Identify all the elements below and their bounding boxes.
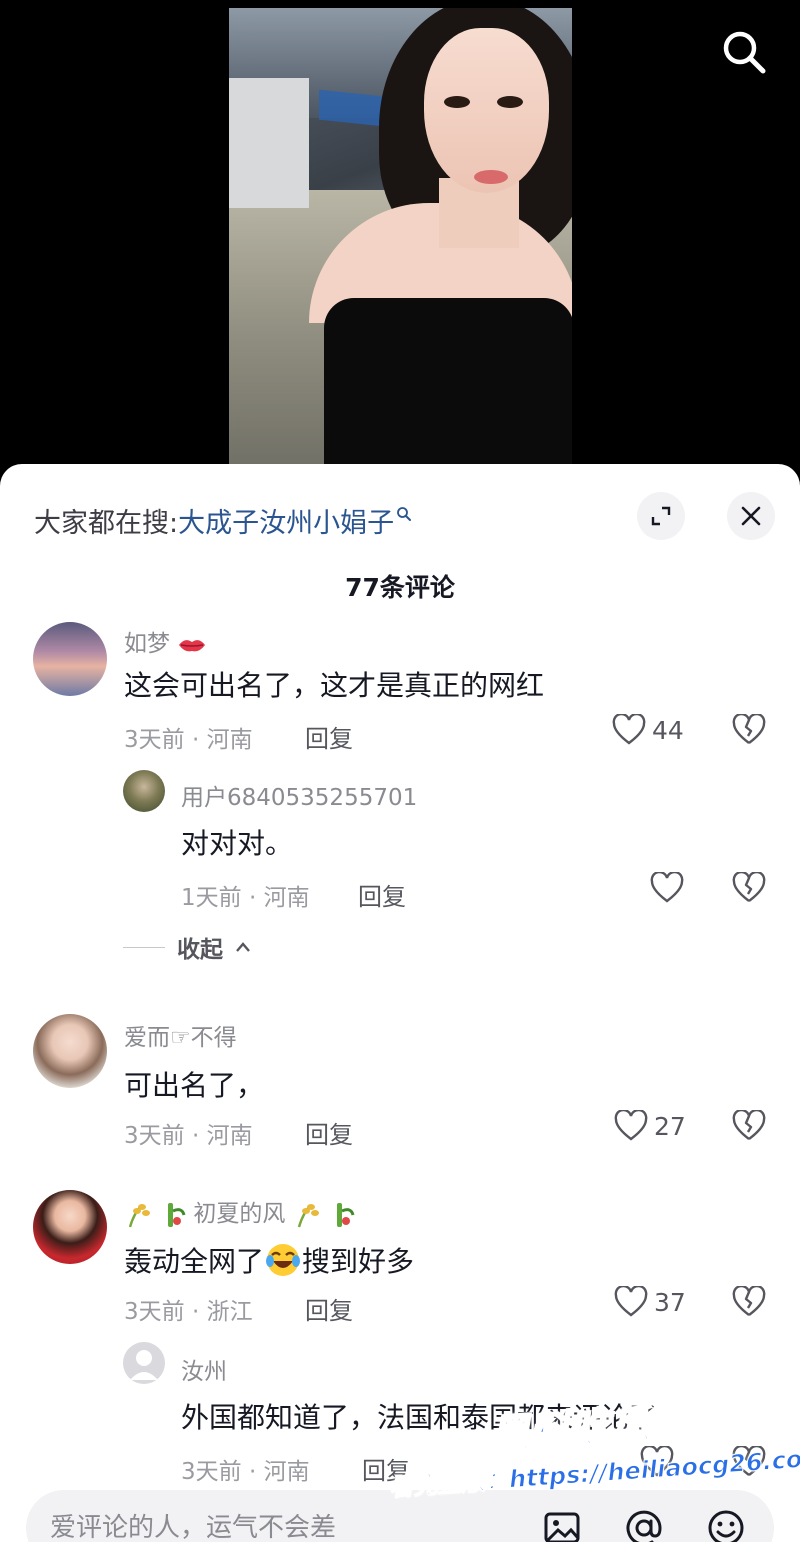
heart-icon — [614, 1286, 648, 1317]
collapse-label: 收起 — [177, 937, 223, 963]
close-button[interactable] — [727, 492, 775, 540]
like-button[interactable]: 37 — [614, 1286, 686, 1318]
comment-username[interactable]: 初夏的风 — [124, 1194, 355, 1229]
broken-heart-icon — [732, 1444, 766, 1476]
reply-button[interactable]: 回复 — [362, 1451, 410, 1486]
mention-button[interactable] — [624, 1508, 664, 1542]
like-count: 37 — [654, 1287, 686, 1317]
broken-heart-icon — [732, 1284, 766, 1316]
reply-meta: 1天前 · 河南 — [181, 885, 310, 911]
expand-button[interactable] — [637, 492, 685, 540]
comment-text: 可出名了， — [124, 1069, 265, 1102]
avatar[interactable] — [33, 622, 107, 696]
broken-heart-icon — [732, 712, 766, 744]
search-suggestion[interactable]: 大家都在搜:大成子汝州小娟子 — [34, 498, 412, 540]
divider — [123, 946, 165, 948]
close-icon — [741, 506, 761, 526]
image-icon — [544, 1512, 580, 1542]
comment-input[interactable] — [50, 1510, 410, 1542]
like-button[interactable] — [650, 872, 684, 904]
dislike-button[interactable] — [732, 870, 766, 908]
chevron-up-icon — [236, 942, 250, 952]
comment-username[interactable]: 爱而☞不得 — [124, 1018, 237, 1052]
search-icon — [396, 498, 412, 529]
comment-username[interactable]: 如梦 — [124, 624, 207, 658]
image-button[interactable] — [542, 1508, 582, 1542]
heart-icon — [614, 1110, 648, 1141]
dislike-button[interactable] — [732, 1444, 766, 1482]
video-thumbnail — [229, 8, 572, 490]
avatar[interactable] — [123, 770, 165, 812]
comment-meta: 3天前 · 河南 — [124, 1123, 253, 1149]
dislike-button[interactable] — [732, 1108, 766, 1146]
reply-button[interactable]: 回复 — [305, 719, 353, 754]
search-icon — [723, 31, 766, 74]
reply-meta: 3天前 · 河南 — [181, 1459, 310, 1485]
avatar[interactable] — [33, 1190, 107, 1264]
expand-icon — [651, 506, 671, 526]
comment-input-bar — [26, 1490, 774, 1542]
video-player[interactable] — [0, 0, 800, 490]
like-button[interactable]: 44 — [612, 714, 684, 746]
lips-icon — [179, 639, 206, 651]
comment-meta: 3天前 · 浙江 — [124, 1299, 253, 1325]
heart-icon — [650, 872, 684, 903]
like-button[interactable]: 27 — [614, 1110, 686, 1142]
emoji-button[interactable] — [706, 1508, 746, 1542]
broken-heart-icon — [732, 870, 766, 902]
like-count: 44 — [652, 715, 684, 745]
reply-username[interactable]: 汝州 — [181, 1352, 227, 1386]
reply-button[interactable]: 回复 — [305, 1115, 353, 1150]
like-count: 27 — [654, 1111, 686, 1141]
smiley-icon — [708, 1510, 744, 1542]
laughing-crying-emoji — [266, 1244, 301, 1276]
comment-count: 77条评论 — [345, 573, 455, 602]
reply-button[interactable]: 回复 — [305, 1291, 353, 1326]
reply-text: 外国都知道了，法国和泰国都来评论了 — [181, 1401, 658, 1434]
dislike-button[interactable] — [732, 712, 766, 750]
comment-text: 这会可出名了，这才是真正的网红 — [124, 669, 545, 702]
avatar[interactable] — [123, 1342, 165, 1384]
search-button[interactable] — [716, 24, 772, 80]
at-icon — [626, 1510, 662, 1542]
comment-meta: 3天前 · 河南 — [124, 727, 253, 753]
reply-username[interactable]: 用户6840535255701 — [181, 778, 417, 812]
like-button[interactable] — [640, 1446, 674, 1478]
rice-and-bamboo-emoji — [124, 1201, 186, 1229]
reply-text: 对对对。 — [181, 827, 294, 860]
comment-text: 轰动全网了 搜到好多 — [124, 1240, 414, 1280]
collapse-replies-button[interactable]: 收起 — [123, 930, 251, 964]
rice-and-bamboo-emoji — [293, 1201, 355, 1229]
comment-panel: 大家都在搜:大成子汝州小娟子 77条评论 如梦 这会可出名了，这才是真正的网红 … — [0, 464, 800, 1542]
dislike-button[interactable] — [732, 1284, 766, 1322]
broken-heart-icon — [732, 1108, 766, 1140]
reply-button[interactable]: 回复 — [358, 877, 406, 912]
search-suggestion-link[interactable]: 大成子汝州小娟子 — [178, 508, 394, 539]
heart-icon — [640, 1446, 674, 1477]
search-suggestion-prefix: 大家都在搜: — [34, 508, 179, 539]
default-avatar-icon — [130, 1350, 158, 1380]
avatar[interactable] — [33, 1014, 107, 1088]
heart-icon — [612, 714, 646, 745]
